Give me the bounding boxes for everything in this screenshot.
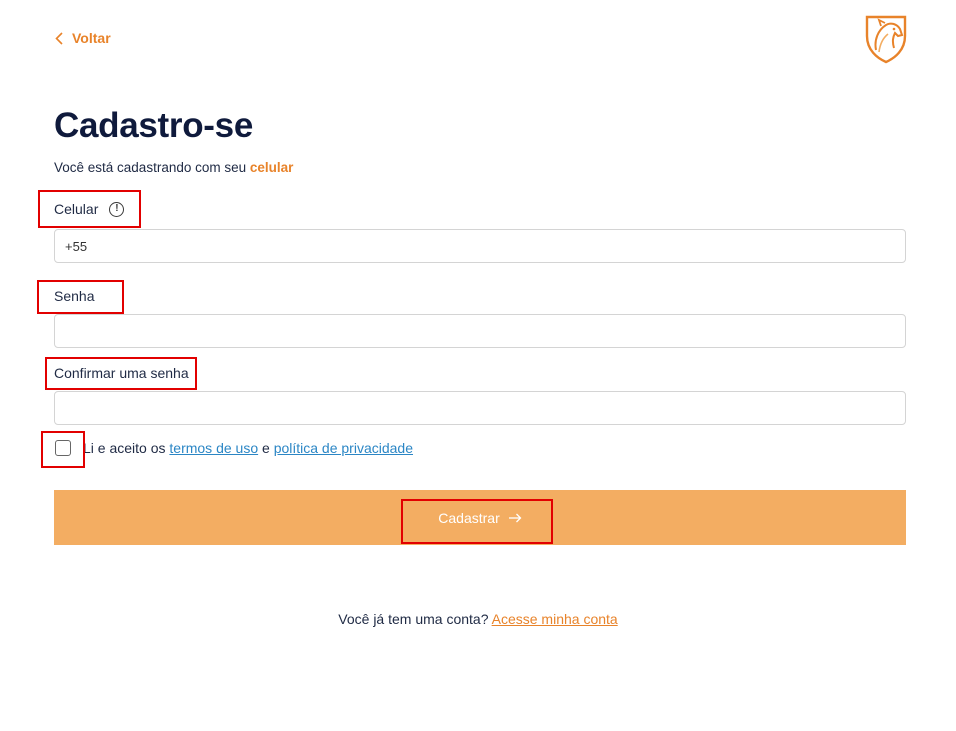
- phone-input[interactable]: [54, 229, 906, 263]
- subtitle-accent: celular: [249, 160, 294, 175]
- login-link[interactable]: Acesse minha conta: [492, 611, 618, 627]
- submit-label: Cadastrar: [438, 509, 500, 526]
- terms-prefix: Li e aceito os: [83, 440, 166, 456]
- password-label: Senha: [54, 288, 94, 304]
- privacy-policy-link[interactable]: política de privacidade: [274, 440, 413, 456]
- terms-row: Li e aceito os termos de uso e política …: [55, 440, 413, 456]
- confirm-password-label: Confirmar uma senha: [54, 365, 189, 381]
- phone-label-text: Celular: [54, 201, 99, 217]
- info-icon[interactable]: !: [109, 201, 125, 217]
- password-input[interactable]: [54, 314, 906, 348]
- back-link[interactable]: Voltar: [55, 30, 111, 46]
- back-label: Voltar: [72, 30, 111, 46]
- login-prompt: Você já tem uma conta? Acesse minha cont…: [0, 611, 956, 627]
- phone-label: Celular !: [54, 201, 125, 217]
- signup-subtitle: Você está cadastrando com seu celular: [54, 160, 293, 175]
- terms-conjunction: e: [262, 440, 270, 456]
- submit-button[interactable]: Cadastrar: [54, 490, 906, 545]
- signup-page: Voltar Cadastro-se Você está cadastrando…: [0, 0, 956, 731]
- login-question: Você já tem uma conta?: [338, 611, 489, 627]
- terms-checkbox[interactable]: [55, 440, 71, 456]
- chevron-left-icon: [55, 31, 63, 45]
- arrow-right-icon: [508, 513, 522, 522]
- page-title: Cadastro-se: [54, 106, 253, 145]
- subtitle-text: Você está cadastrando com seu: [54, 160, 247, 175]
- horse-shield-logo: [865, 15, 907, 64]
- password-label-text: Senha: [54, 288, 95, 304]
- confirm-password-label-text: Confirmar uma senha: [54, 365, 189, 381]
- terms-of-use-link[interactable]: termos de uso: [169, 440, 258, 456]
- confirm-password-input[interactable]: [54, 391, 906, 425]
